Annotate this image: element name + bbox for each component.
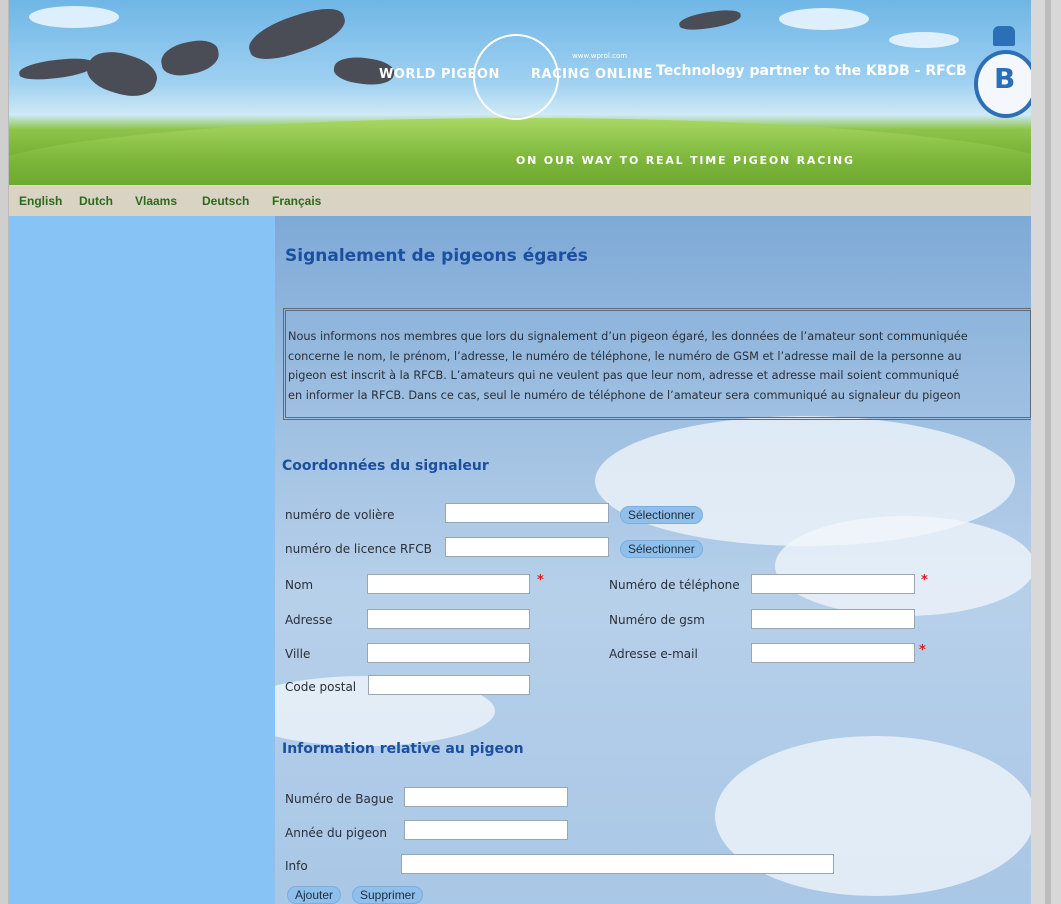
pigeon-year-label: Année du pigeon bbox=[285, 826, 387, 840]
badge-letter: B bbox=[994, 62, 1016, 95]
logo-url: www.wprol.com bbox=[572, 52, 628, 60]
window-scrollbar[interactable] bbox=[1031, 0, 1061, 904]
ring-number-label: Numéro de Bague bbox=[285, 792, 394, 806]
name-label: Nom bbox=[285, 578, 314, 592]
lang-link-dutch[interactable]: Dutch bbox=[79, 194, 113, 208]
lang-link-deutsch[interactable]: Deutsch bbox=[202, 194, 249, 208]
license-number-label: numéro de licence RFCB bbox=[285, 542, 432, 556]
notice-line: en informer la RFCB. Dans ce cas, seul l… bbox=[288, 388, 961, 402]
scrollbar-track[interactable] bbox=[1045, 0, 1051, 904]
city-input[interactable] bbox=[367, 643, 530, 663]
address-label: Adresse bbox=[285, 613, 333, 627]
notice-line: Nous informons nos membres que lors du s… bbox=[288, 330, 968, 343]
select-loft-button[interactable]: Sélectionner bbox=[620, 506, 703, 524]
phone-input[interactable] bbox=[751, 574, 915, 594]
delete-button[interactable]: Supprimer bbox=[352, 886, 424, 904]
cloud-shape bbox=[775, 516, 1031, 616]
cloud-shape bbox=[29, 6, 119, 28]
pigeon-icon bbox=[678, 7, 742, 33]
logo-text-left: WORLD PIGEON bbox=[379, 67, 500, 82]
kbdb-badge-icon: B bbox=[974, 50, 1031, 118]
city-label: Ville bbox=[285, 647, 311, 661]
lang-link-francais[interactable]: Français bbox=[272, 194, 321, 208]
lang-link-english[interactable]: English bbox=[19, 194, 62, 208]
pigeon-section-heading: Information relative au pigeon bbox=[282, 741, 524, 757]
info-input[interactable] bbox=[401, 854, 834, 874]
partner-text: Technology partner to the KBDB - RFCB bbox=[656, 63, 967, 79]
window-left-edge bbox=[0, 0, 9, 904]
language-bar: English Dutch Vlaams Deutsch Français bbox=[9, 186, 1031, 216]
pigeon-icon bbox=[243, 1, 351, 67]
select-license-button[interactable]: Sélectionner bbox=[620, 540, 703, 558]
required-marker: * bbox=[921, 573, 928, 588]
notice-line: pigeon est inscrit à la RFCB. L’amateurs… bbox=[288, 369, 960, 382]
banner-tagline: ON OUR WAY TO REAL TIME PIGEON RACING bbox=[516, 154, 855, 167]
ring-number-input[interactable] bbox=[404, 787, 568, 807]
info-label: Info bbox=[285, 859, 308, 873]
privacy-notice: Nous informons nos membres que lors du s… bbox=[283, 308, 1031, 420]
page-title: Signalement de pigeons égarés bbox=[285, 246, 588, 266]
postal-code-label: Code postal bbox=[285, 680, 357, 694]
logo-text-right: RACING ONLINE bbox=[531, 67, 653, 82]
crown-icon bbox=[993, 26, 1015, 46]
cloud-shape bbox=[889, 32, 959, 48]
loft-number-label: numéro de volière bbox=[285, 508, 395, 522]
main-content: Signalement de pigeons égarés Nous infor… bbox=[275, 216, 1031, 904]
pigeon-year-input[interactable] bbox=[404, 820, 568, 840]
gsm-input[interactable] bbox=[751, 609, 915, 629]
lang-link-vlaams[interactable]: Vlaams bbox=[135, 194, 177, 208]
reporter-section-heading: Coordonnées du signaleur bbox=[282, 458, 489, 474]
email-input[interactable] bbox=[751, 643, 915, 663]
pigeon-icon bbox=[158, 37, 222, 79]
pigeon-icon bbox=[18, 56, 95, 82]
cloud-shape bbox=[779, 8, 869, 30]
loft-number-input[interactable] bbox=[445, 503, 609, 523]
add-button[interactable]: Ajouter bbox=[287, 886, 342, 904]
notice-line: concerne le nom, le prénom, l’adresse, l… bbox=[288, 349, 962, 363]
required-marker: * bbox=[537, 573, 544, 588]
header-banner: WORLD PIGEON www.wprol.com RACING ONLINE… bbox=[9, 0, 1031, 185]
email-label: Adresse e-mail bbox=[609, 647, 698, 661]
name-input[interactable] bbox=[367, 574, 530, 594]
address-input[interactable] bbox=[367, 609, 530, 629]
gsm-label: Numéro de gsm bbox=[609, 613, 705, 627]
phone-label: Numéro de téléphone bbox=[609, 578, 740, 592]
postal-code-input[interactable] bbox=[368, 675, 530, 695]
license-number-input[interactable] bbox=[445, 537, 609, 557]
grass-hill bbox=[9, 118, 1031, 185]
left-sidebar bbox=[9, 216, 275, 904]
required-marker: * bbox=[919, 643, 926, 658]
notice-text: Nous informons nos membres que lors du s… bbox=[288, 327, 1031, 405]
pigeon-icon bbox=[82, 44, 162, 104]
